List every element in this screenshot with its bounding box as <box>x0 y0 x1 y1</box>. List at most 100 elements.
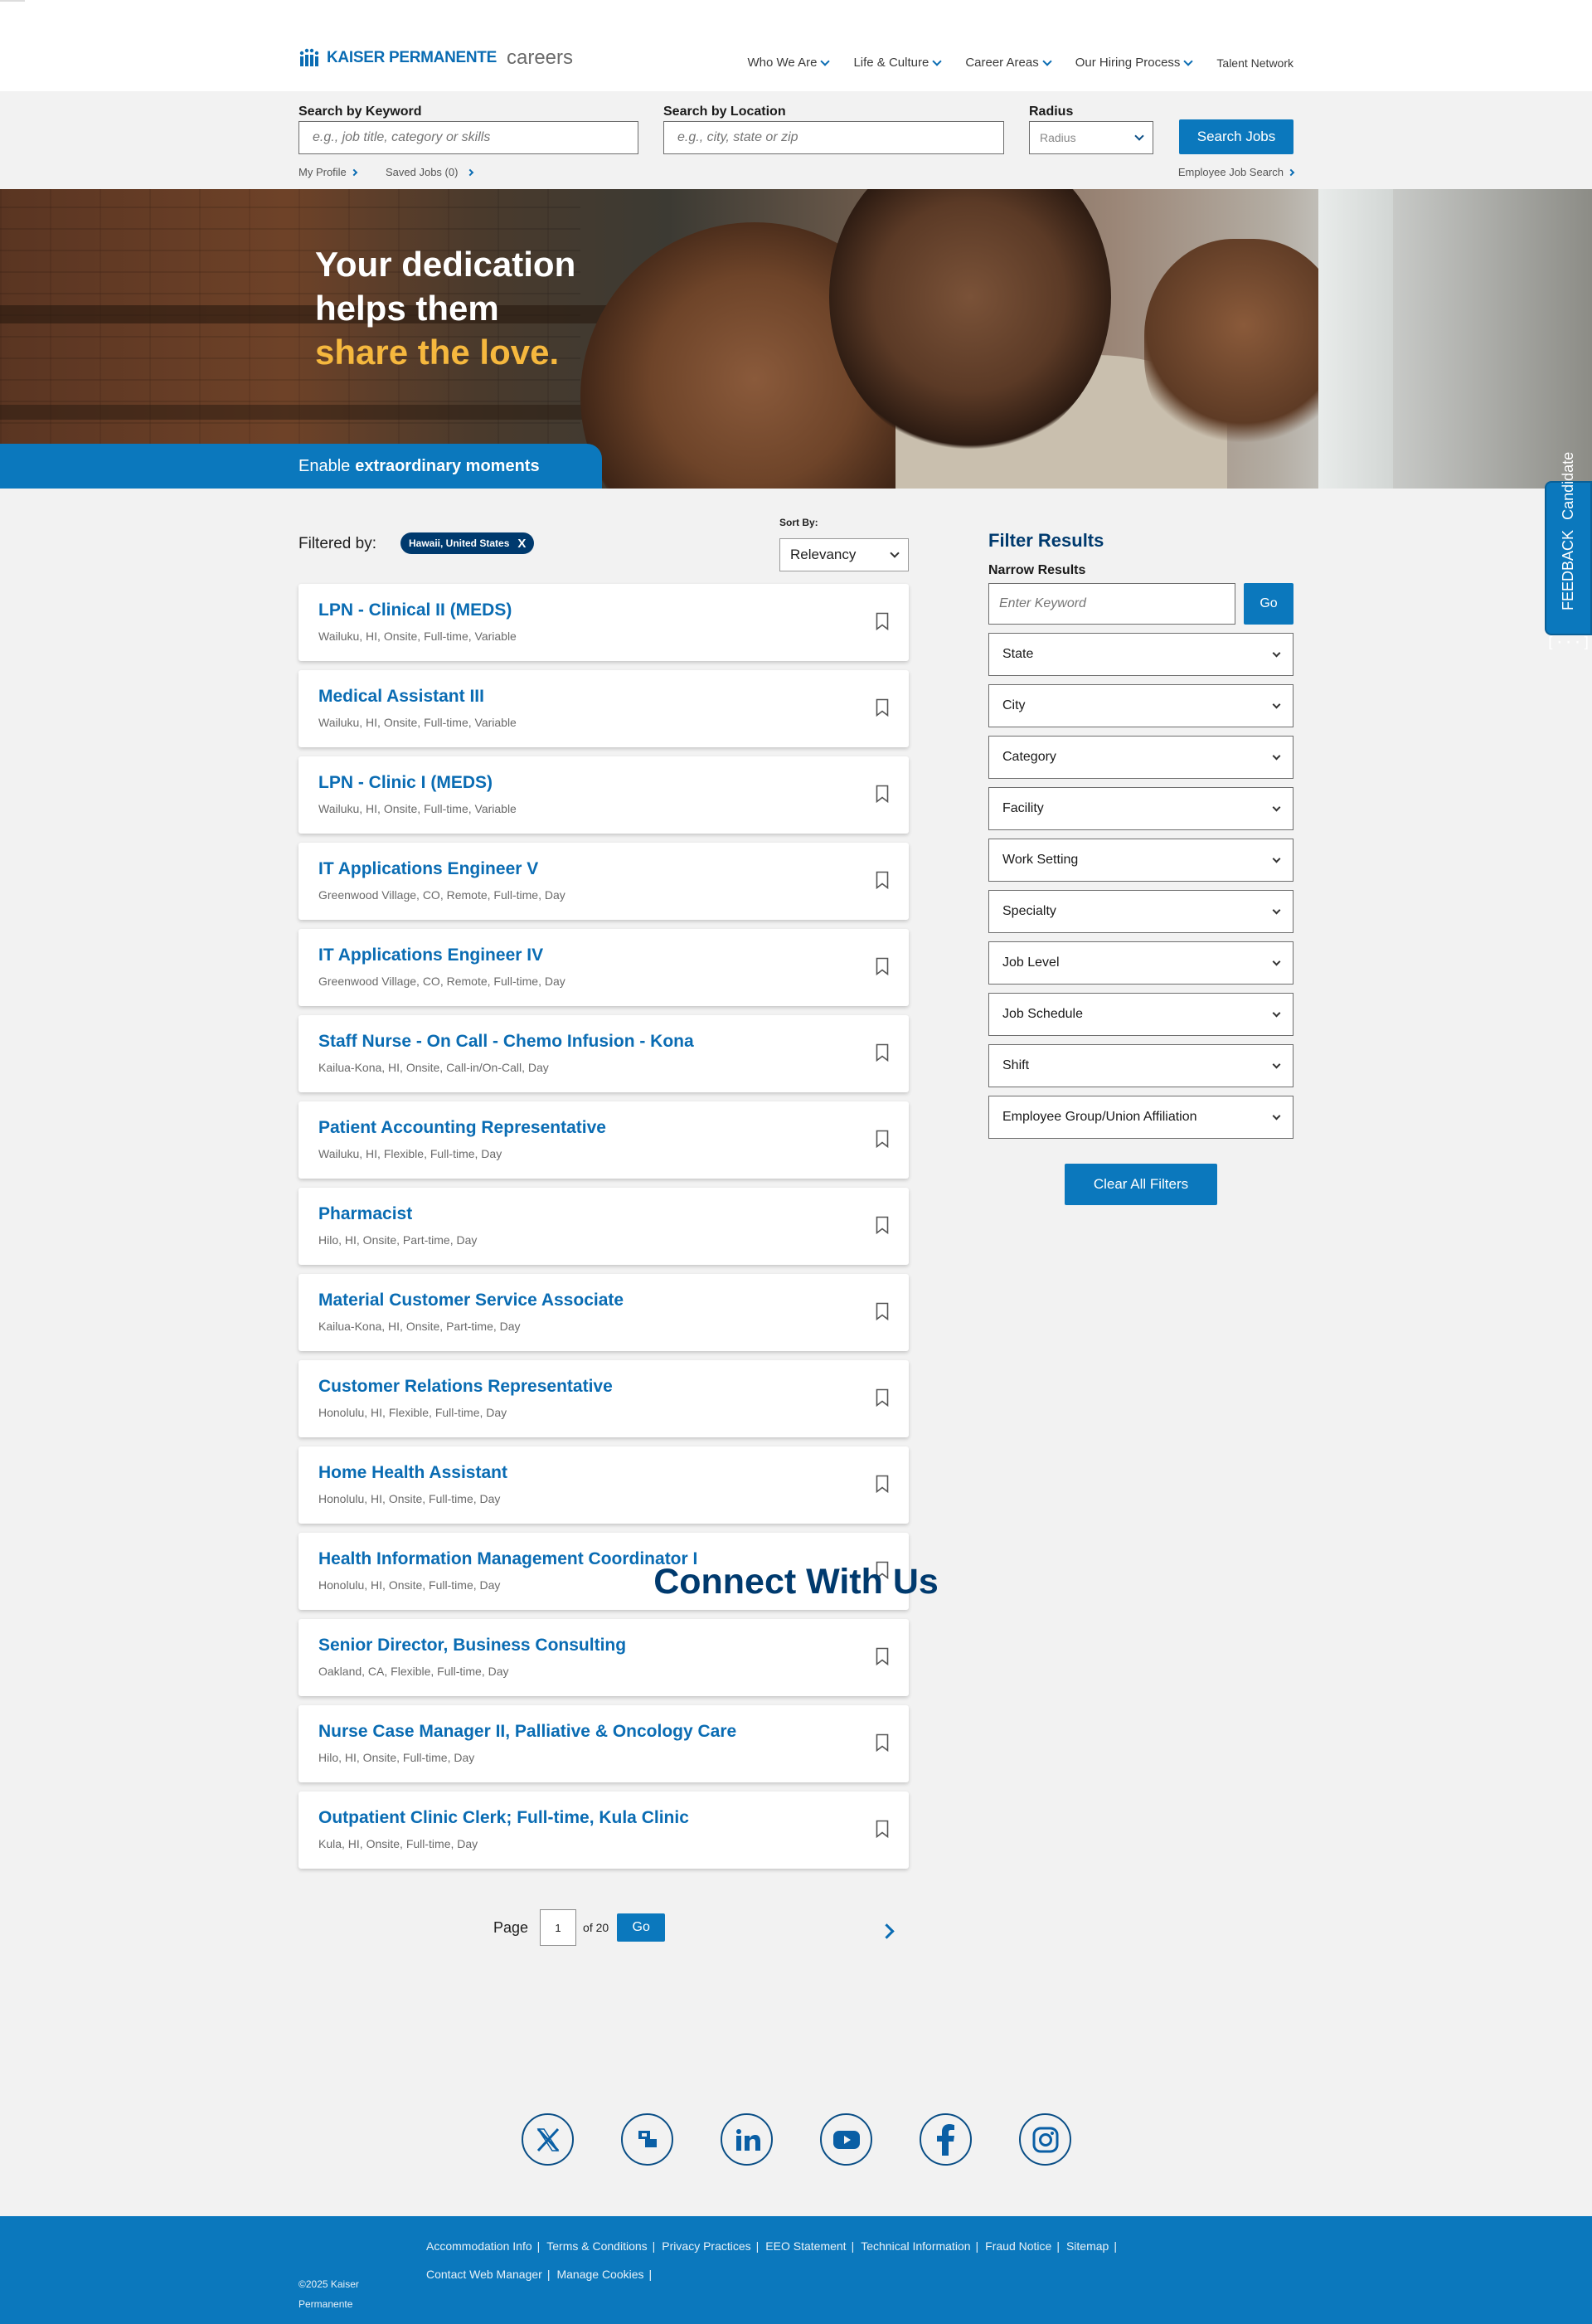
footer-link[interactable]: Contact Web Manager <box>426 2268 542 2281</box>
job-title-link[interactable]: Material Customer Service Associate <box>318 1291 624 1310</box>
job-card[interactable]: Patient Accounting Representative Wailuku… <box>298 1101 909 1179</box>
filter-select[interactable]: Category <box>988 736 1294 779</box>
page-go-button[interactable]: Go <box>617 1913 666 1942</box>
job-title-link[interactable]: IT Applications Engineer IV <box>318 946 543 965</box>
bookmark-icon[interactable] <box>876 698 889 717</box>
search-jobs-button[interactable]: Search Jobs <box>1179 119 1294 154</box>
job-title-link[interactable]: Customer Relations Representative <box>318 1377 613 1397</box>
nav-life-culture[interactable]: Life & Culture <box>853 56 942 70</box>
filter-keyword-input[interactable] <box>988 583 1235 625</box>
job-title-link[interactable]: Home Health Assistant <box>318 1463 507 1483</box>
filter-results-title: Filter Results <box>988 530 1104 551</box>
filter-select[interactable]: Shift <box>988 1044 1294 1087</box>
filter-select[interactable]: Job Schedule <box>988 993 1294 1036</box>
bookmark-icon[interactable] <box>876 785 889 803</box>
employee-job-search-link[interactable]: Employee Job Search <box>1178 166 1295 178</box>
job-card[interactable]: LPN - Clinic I (MEDS) Wailuku, HI, Onsite… <box>298 756 909 834</box>
sort-select[interactable]: Relevancy <box>779 538 909 571</box>
job-card[interactable]: Staff Nurse - On Call - Chemo Infusion -… <box>298 1015 909 1092</box>
page-number-input[interactable]: 1 <box>540 1909 577 1946</box>
nav-talent-network[interactable]: Talent Network <box>1216 56 1294 70</box>
job-card[interactable]: Outpatient Clinic Clerk; Full-time, Kula… <box>298 1792 909 1869</box>
nav-career-areas[interactable]: Career Areas <box>965 56 1052 70</box>
radius-select[interactable]: Radius <box>1029 121 1153 154</box>
bookmark-icon[interactable] <box>876 1475 889 1493</box>
saved-jobs-link[interactable]: Saved Jobs (0) <box>386 166 474 178</box>
facebook-glyph <box>936 2123 954 2156</box>
footer-link[interactable]: Accommodation Info <box>426 2239 532 2253</box>
job-title-link[interactable]: IT Applications Engineer V <box>318 859 538 879</box>
instagram-icon[interactable] <box>1019 2113 1071 2166</box>
bookmark-icon[interactable] <box>876 1820 889 1838</box>
footer-link[interactable]: Manage Cookies <box>556 2268 643 2281</box>
bookmark-icon[interactable] <box>876 871 889 889</box>
filter-select[interactable]: Specialty <box>988 890 1294 933</box>
footer-link[interactable]: Terms & Conditions <box>546 2239 647 2253</box>
active-filter-chip[interactable]: Hawaii, United States X <box>400 532 535 554</box>
nav-hiring-process[interactable]: Our Hiring Process <box>1075 56 1194 70</box>
bookmark-icon[interactable] <box>876 1388 889 1407</box>
filtered-by-label: Filtered by: <box>298 535 376 552</box>
my-profile-link[interactable]: My Profile <box>298 166 358 178</box>
job-title-link[interactable]: Senior Director, Business Consulting <box>318 1636 626 1655</box>
candidate-feedback-tab[interactable]: [···] FEEDBACK Candidate <box>1545 451 1592 651</box>
filter-go-button[interactable]: Go <box>1244 583 1294 625</box>
glassdoor-icon[interactable] <box>621 2113 673 2166</box>
job-title-link[interactable]: Patient Accounting Representative <box>318 1118 606 1138</box>
job-title-link[interactable]: LPN - Clinical II (MEDS) <box>318 600 512 620</box>
keyword-search-input[interactable] <box>298 121 638 154</box>
job-card[interactable]: Pharmacist Hilo, HI, Onsite, Part-time, D… <box>298 1188 909 1265</box>
bookmark-icon[interactable] <box>876 1216 889 1234</box>
job-title-link[interactable]: Pharmacist <box>318 1204 412 1224</box>
clear-all-filters-button[interactable]: Clear All Filters <box>1065 1164 1217 1205</box>
keyword-label: Search by Keyword <box>298 105 422 119</box>
chevron-right-icon <box>1287 168 1295 176</box>
footer-link[interactable]: Sitemap <box>1066 2239 1109 2253</box>
bookmark-icon[interactable] <box>876 1647 889 1665</box>
narrow-results-label: Narrow Results <box>988 563 1086 577</box>
footer-link[interactable]: Privacy Practices <box>662 2239 750 2253</box>
bookmark-icon[interactable] <box>876 1043 889 1062</box>
job-card[interactable]: Home Health Assistant Honolulu, HI, Onsit… <box>298 1446 909 1524</box>
footer-link[interactable]: Technical Information <box>861 2239 970 2253</box>
filter-select[interactable]: Employee Group/Union Affiliation <box>988 1096 1294 1139</box>
nav-label: Who We Are <box>747 56 818 70</box>
job-card[interactable]: IT Applications Engineer V Greenwood Vill… <box>298 843 909 920</box>
footer-link[interactable]: EEO Statement <box>765 2239 846 2253</box>
filter-select-label: Shift <box>1002 1058 1030 1072</box>
close-icon[interactable]: X <box>517 537 526 551</box>
job-card[interactable]: LPN - Clinical II (MEDS) Wailuku, HI, Ons… <box>298 584 909 661</box>
job-card[interactable]: IT Applications Engineer IV Greenwood Vil… <box>298 929 909 1006</box>
bookmark-icon[interactable] <box>876 1302 889 1320</box>
job-title-link[interactable]: Outpatient Clinic Clerk; Full-time, Kula… <box>318 1808 689 1828</box>
job-card[interactable]: Medical Assistant III Wailuku, HI, Onsite… <box>298 670 909 747</box>
bookmark-icon[interactable] <box>876 1733 889 1752</box>
footer-link[interactable]: Fraud Notice <box>985 2239 1051 2253</box>
job-card[interactable]: Nurse Case Manager II, Palliative & Onco… <box>298 1705 909 1782</box>
job-title-link[interactable]: Nurse Case Manager II, Palliative & Onco… <box>318 1722 736 1742</box>
bookmark-icon[interactable] <box>876 612 889 630</box>
linkedin-icon[interactable] <box>721 2113 773 2166</box>
bookmark-icon[interactable] <box>876 957 889 975</box>
kp-logo[interactable]: KAISER PERMANENTE careers <box>298 46 573 70</box>
filter-select[interactable]: Work Setting <box>988 839 1294 882</box>
job-card[interactable]: Senior Director, Business Consulting Oakl… <box>298 1619 909 1696</box>
job-title-link[interactable]: LPN - Clinic I (MEDS) <box>318 773 493 793</box>
x-icon[interactable] <box>522 2113 574 2166</box>
job-card[interactable]: Customer Relations Representative Honolul… <box>298 1360 909 1437</box>
filter-select[interactable]: Job Level <box>988 941 1294 985</box>
facebook-icon[interactable] <box>920 2113 972 2166</box>
job-title-link[interactable]: Staff Nurse - On Call - Chemo Infusion -… <box>318 1032 694 1052</box>
job-title-link[interactable]: Medical Assistant III <box>318 687 484 707</box>
job-meta: Wailuku, HI, Onsite, Full-time, Variable <box>318 802 517 815</box>
job-meta: Greenwood Village, CO, Remote, Full-time… <box>318 975 565 988</box>
location-search-input[interactable] <box>663 121 1004 154</box>
filter-select[interactable]: Facility <box>988 787 1294 830</box>
nav-who-we-are[interactable]: Who We Are <box>747 56 831 70</box>
job-card[interactable]: Material Customer Service Associate Kailu… <box>298 1274 909 1351</box>
filter-select[interactable]: State <box>988 633 1294 676</box>
bookmark-icon[interactable] <box>876 1130 889 1148</box>
filter-select[interactable]: City <box>988 684 1294 727</box>
next-page-icon[interactable] <box>879 1923 895 1939</box>
youtube-icon[interactable] <box>820 2113 872 2166</box>
